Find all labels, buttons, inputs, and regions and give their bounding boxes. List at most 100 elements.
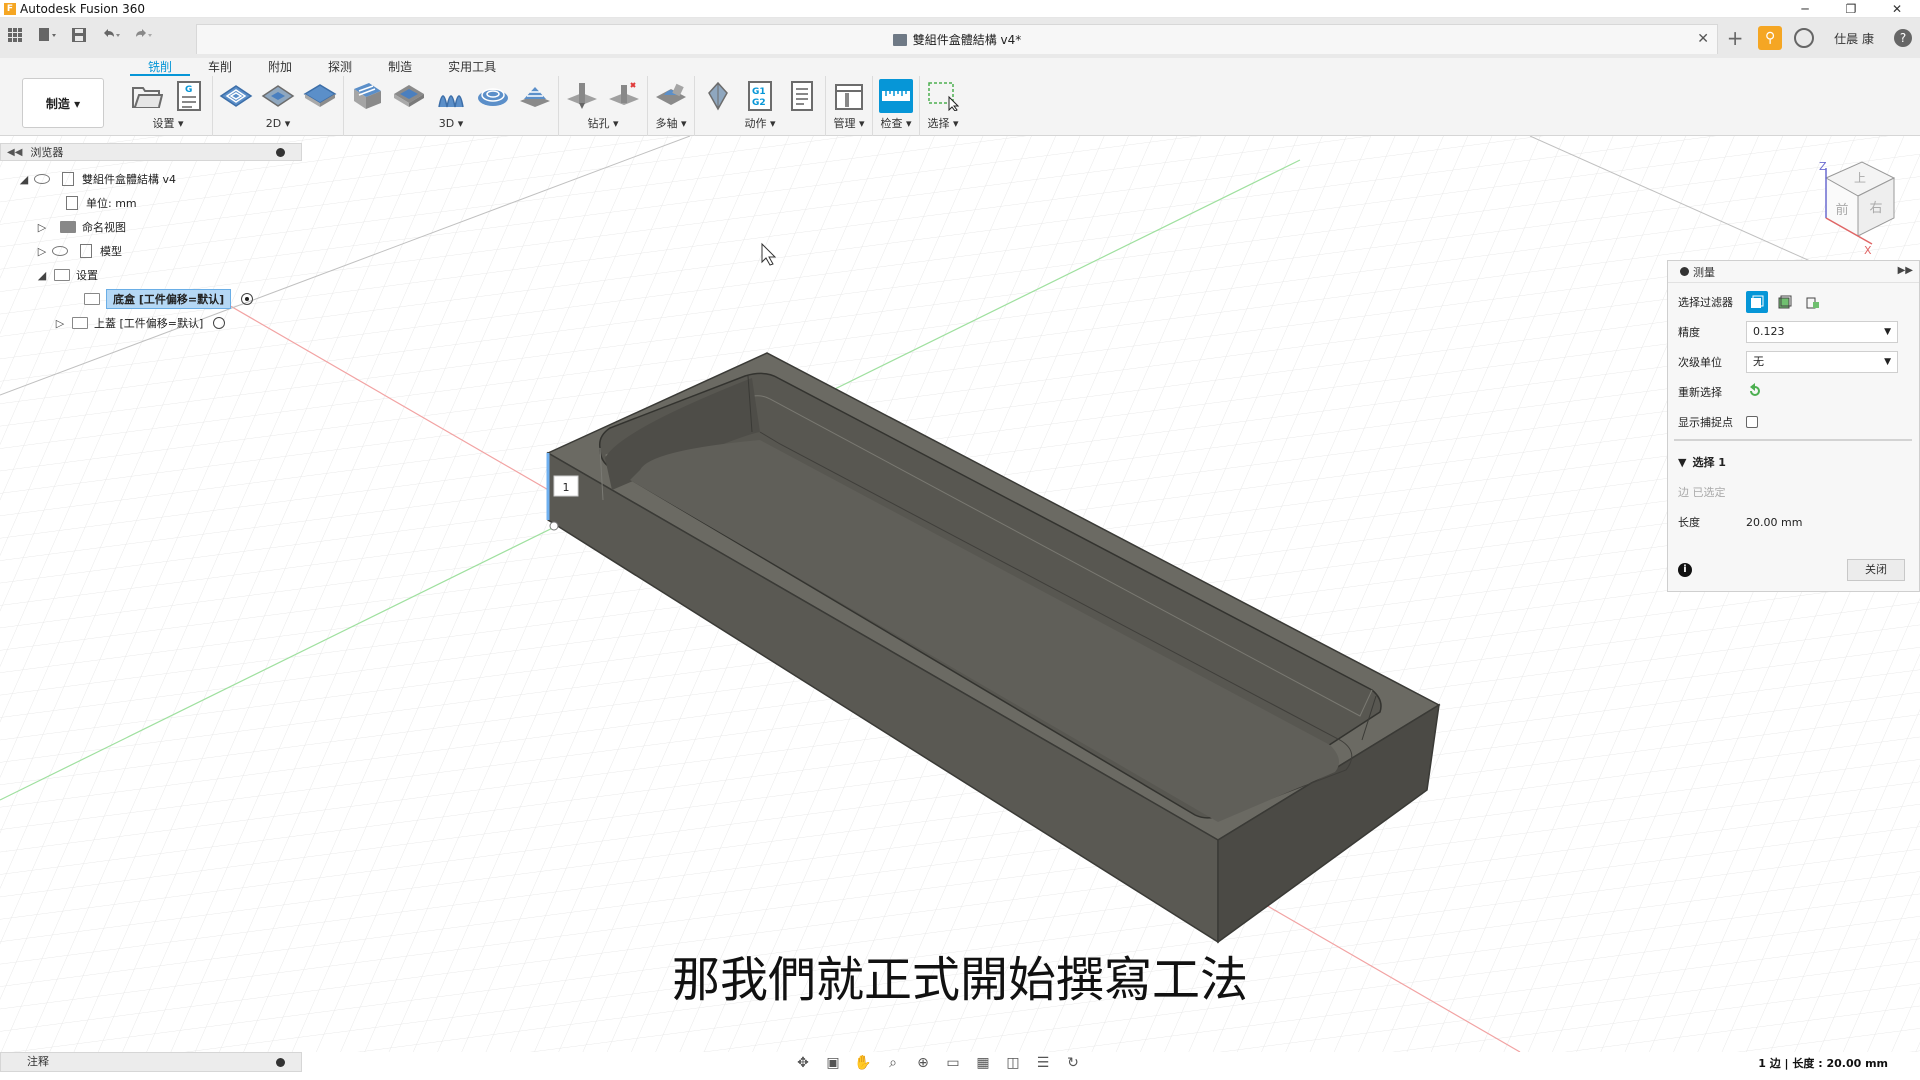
hole-recognition-icon[interactable] <box>607 79 641 113</box>
group-setup-label[interactable]: 设置 ▾ <box>152 116 183 132</box>
tree-units[interactable]: 单位: mm <box>58 193 137 213</box>
close-window-button[interactable]: ✕ <box>1874 0 1920 18</box>
select-face-filter-icon[interactable] <box>1774 291 1796 313</box>
inactive-setup-radio[interactable] <box>213 317 226 329</box>
orbit-icon[interactable]: ✥ <box>792 1054 814 1072</box>
measure-ruler-icon[interactable] <box>879 79 913 113</box>
active-setup-radio[interactable] <box>241 293 254 305</box>
comments-panel[interactable]: 注释 <box>0 1052 302 1072</box>
contour-icon[interactable] <box>518 79 552 113</box>
browser-header[interactable]: ◀◀ 浏览器 <box>0 143 302 161</box>
tree-setups[interactable]: ◢ 设置 <box>36 265 98 285</box>
expand-dialog-icon[interactable]: ▶▶ <box>1898 265 1913 276</box>
data-panel-grid-icon[interactable] <box>4 24 26 46</box>
tree-setup-1[interactable]: 底盒 [工件偏移=默认] <box>78 289 254 309</box>
tree-models[interactable]: ▷ 模型 <box>36 241 122 261</box>
refresh-icon[interactable]: ↻ <box>1062 1054 1084 1072</box>
setup-sheet-icon[interactable] <box>785 79 819 113</box>
reselect-arrow-icon[interactable] <box>1746 382 1764 403</box>
2d-pocket-icon[interactable] <box>261 79 295 113</box>
select-edge-filter-icon[interactable] <box>1746 291 1768 313</box>
simulate-icon[interactable] <box>701 79 735 113</box>
undo-icon[interactable] <box>100 24 122 46</box>
2d-adaptive-icon[interactable] <box>219 79 253 113</box>
close-tab-icon[interactable]: ✕ <box>1697 31 1709 47</box>
collapse-panel-icon[interactable]: ◀◀ <box>7 147 22 158</box>
expanded-triangle-icon[interactable]: ◢ <box>36 269 48 282</box>
3d-pocket-icon[interactable] <box>392 79 426 113</box>
tab-additive[interactable]: 附加 <box>250 58 310 76</box>
close-dialog-button[interactable]: 关闭 <box>1847 559 1905 581</box>
setup-folder-icon[interactable] <box>130 79 164 113</box>
window-select-icon[interactable] <box>926 79 960 113</box>
tree-setup-2[interactable]: ▷ 上蓋 [工件偏移=默认] <box>54 313 226 333</box>
tree-named-views[interactable]: ▷ 命名视图 <box>36 217 126 237</box>
job-status-clock-icon[interactable] <box>1794 28 1815 48</box>
show-snap-checkbox[interactable] <box>1746 416 1758 428</box>
secondary-unit-dropdown[interactable]: 无 ▼ <box>1746 351 1898 373</box>
visibility-eye-icon[interactable] <box>34 174 50 184</box>
maximize-button[interactable]: ❐ <box>1828 0 1874 18</box>
measure-header[interactable]: 测量 ▶▶ <box>1668 261 1919 283</box>
swarf-icon[interactable] <box>654 79 688 113</box>
minimize-button[interactable]: ─ <box>1782 0 1828 18</box>
viewcube-top-face[interactable]: 上 <box>1854 171 1866 185</box>
tab-fabrication[interactable]: 制造 <box>370 58 430 76</box>
visibility-eye-icon[interactable] <box>52 246 68 256</box>
save-icon[interactable] <box>68 24 90 46</box>
grid-settings-icon[interactable]: ▦ <box>972 1054 994 1072</box>
select-body-filter-icon[interactable] <box>1802 291 1824 313</box>
group-multi-axis-label[interactable]: 多轴 ▾ <box>655 116 686 132</box>
user-account-name[interactable]: 仕晨 康 <box>1834 30 1874 47</box>
tab-utilities[interactable]: 实用工具 <box>430 58 514 76</box>
group-actions-label[interactable]: 动作 ▾ <box>744 116 775 132</box>
nc-program-icon[interactable]: G <box>172 79 206 113</box>
setup-1-label[interactable]: 底盒 [工件偏移=默认] <box>106 289 232 309</box>
look-at-icon[interactable]: ▣ <box>822 1054 844 1072</box>
viewcube-front-face[interactable]: 前 <box>1835 202 1848 218</box>
comments-pin-icon[interactable] <box>276 1058 285 1067</box>
drill-icon[interactable] <box>565 79 599 113</box>
group-drilling: 钻孔 ▾ <box>559 76 648 136</box>
tree-root[interactable]: ◢ 雙組件盒體結構 v4 <box>18 169 176 189</box>
scallop-icon[interactable] <box>476 79 510 113</box>
file-menu-icon[interactable] <box>36 24 58 46</box>
viewcube-right-face[interactable]: 右 <box>1869 201 1882 216</box>
group-select-label[interactable]: 选择 ▾ <box>927 116 958 132</box>
tab-milling[interactable]: 铣削 <box>130 58 191 76</box>
selection-1-header[interactable]: ▼ 选择 1 <box>1678 451 1726 473</box>
precision-dropdown[interactable]: 0.123 ▼ <box>1746 321 1898 343</box>
3d-adaptive-icon[interactable] <box>350 79 384 113</box>
workspace-switcher-button[interactable]: 制造 ▾ <box>22 78 104 128</box>
new-tab-plus-icon[interactable]: + <box>1724 26 1746 50</box>
setup-2-label[interactable]: 上蓋 [工件偏移=默认] <box>94 315 203 331</box>
pan-hand-icon[interactable]: ✋ <box>852 1054 874 1072</box>
redo-icon[interactable] <box>132 24 154 46</box>
help-icon[interactable]: ? <box>1894 29 1912 47</box>
group-manage-label[interactable]: 管理 ▾ <box>833 116 864 132</box>
browser-pin-icon[interactable] <box>276 148 285 157</box>
display-settings-icon[interactable]: ▭ <box>942 1054 964 1072</box>
post-process-icon[interactable]: G1 G2 <box>743 79 777 113</box>
expanded-triangle-icon[interactable]: ◢ <box>18 173 30 186</box>
group-3d-label[interactable]: 3D ▾ <box>439 116 464 132</box>
parallel-icon[interactable] <box>434 79 468 113</box>
extensions-icon[interactable]: ⚲ <box>1758 26 1783 50</box>
measure-pin-icon[interactable] <box>1680 267 1689 276</box>
collapsed-triangle-icon[interactable]: ▷ <box>36 221 48 234</box>
tab-turning[interactable]: 车削 <box>190 58 250 76</box>
collapsed-triangle-icon[interactable]: ▷ <box>36 245 48 258</box>
tool-library-icon[interactable] <box>832 79 866 113</box>
collapsed-triangle-icon[interactable]: ▷ <box>54 317 66 330</box>
face-icon[interactable] <box>303 79 337 113</box>
viewports-icon[interactable]: ◫ <box>1002 1054 1024 1072</box>
group-drilling-label[interactable]: 钻孔 ▾ <box>587 116 618 132</box>
tab-inspection[interactable]: 探测 <box>310 58 370 76</box>
group-inspect-label[interactable]: 检查 ▾ <box>880 116 911 132</box>
document-tab[interactable]: 雙組件盒體結構 v4* ✕ <box>196 24 1718 54</box>
fit-icon[interactable]: ⊕ <box>912 1054 934 1072</box>
zoom-icon[interactable]: ⌕ <box>882 1054 904 1072</box>
environment-icon[interactable]: ☰ <box>1032 1054 1054 1072</box>
info-icon[interactable]: i <box>1678 563 1692 577</box>
group-2d-label[interactable]: 2D ▾ <box>266 116 291 132</box>
